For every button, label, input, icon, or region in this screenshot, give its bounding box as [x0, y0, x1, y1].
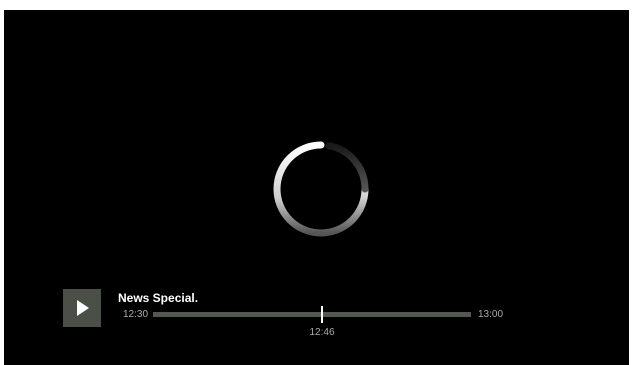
play-button[interactable] [63, 289, 101, 327]
progress-track[interactable] [153, 306, 471, 323]
play-icon [77, 300, 89, 316]
loading-spinner-icon [269, 137, 373, 241]
video-player[interactable]: News Special. 12:30 12:46 13:00 [4, 10, 629, 365]
current-time: 12:46 [309, 327, 335, 338]
playhead-marker[interactable] [321, 306, 323, 323]
program-title: News Special. [118, 291, 199, 305]
start-time: 12:30 [123, 309, 149, 320]
end-time: 13:00 [478, 309, 504, 320]
